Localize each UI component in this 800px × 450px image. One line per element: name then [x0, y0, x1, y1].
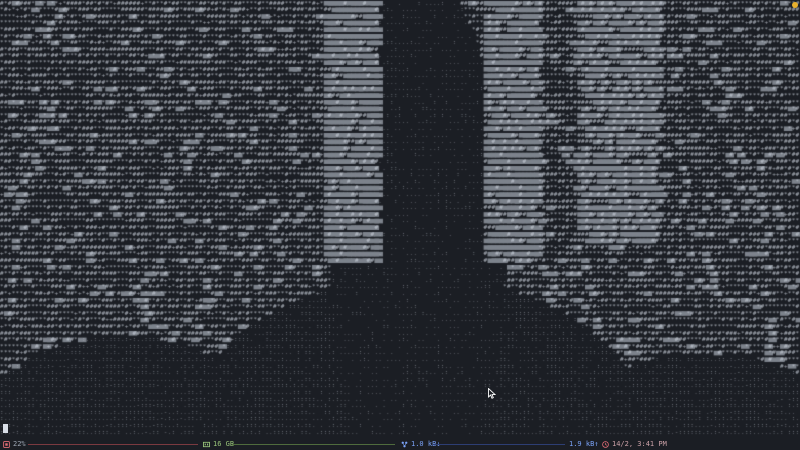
clock-value: 14/2, 3:41 PM — [612, 440, 667, 448]
ascii-art-output — [0, 0, 800, 438]
memory-icon — [203, 441, 210, 447]
network-up-widget: 1.9 kB↑ — [569, 438, 599, 450]
terminal-window[interactable] — [0, 0, 800, 438]
clock-widget: 14/2, 3:41 PM — [602, 438, 667, 450]
mouse-pointer-icon — [488, 388, 496, 399]
clock-icon — [602, 440, 609, 448]
memory-widget: 16 GB — [203, 438, 234, 450]
status-bar: 22% 16 GB 1.0 kB↓ 1.9 kB↑ 14/2, 3:41 PM — [0, 438, 800, 450]
cpu-usage-bar — [28, 444, 198, 445]
memory-value: 16 GB — [213, 440, 235, 448]
notification-dot — [792, 2, 798, 8]
terminal-cursor — [3, 424, 8, 433]
network-up-value: 1.9 kB↑ — [569, 440, 599, 448]
network-icon — [401, 441, 408, 447]
cpu-icon — [3, 440, 10, 448]
cpu-widget: 22% — [3, 438, 26, 450]
cpu-value: 22% — [13, 440, 26, 448]
network-bar — [433, 444, 565, 445]
memory-usage-bar — [232, 444, 395, 445]
